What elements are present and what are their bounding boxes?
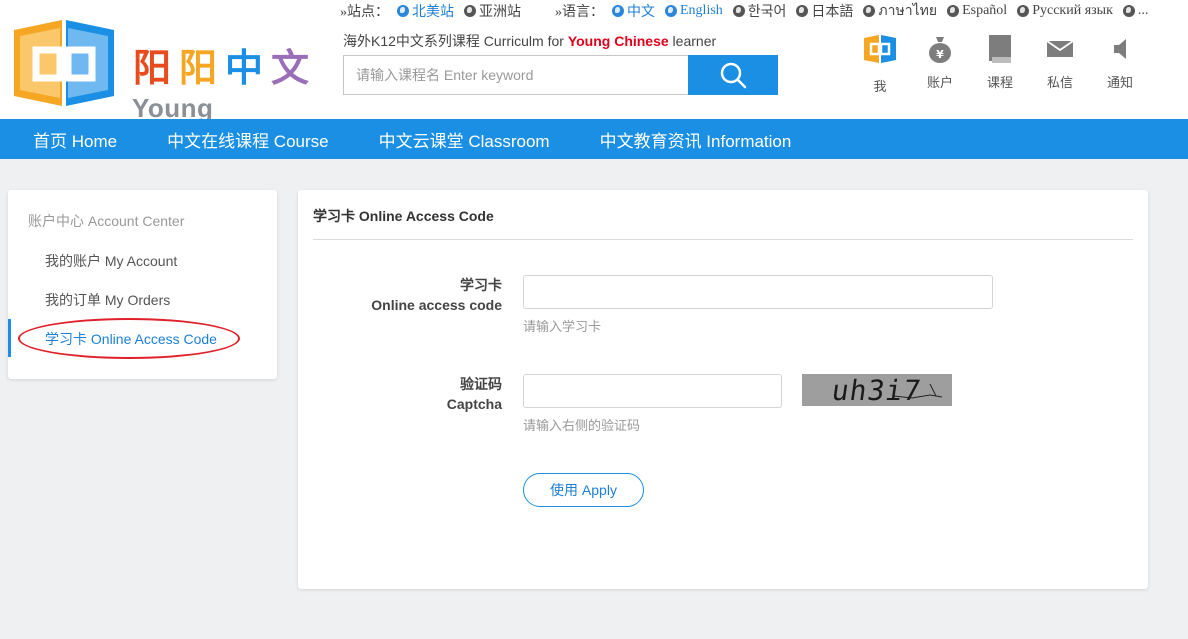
main-nav: 首页 Home 中文在线课程 Course 中文云课堂 Classroom 中文… [0,119,1188,159]
globe-icon [947,5,960,17]
language-option-label: 中文 [627,5,655,20]
language-option-chinese[interactable]: 中文 [612,1,655,21]
active-indicator [8,319,11,357]
language-option-more[interactable]: ... [1122,3,1149,19]
site-language-bar: »站点： 北美站 亚洲站 »语言： 中文 English 한국어 日本語 ภาษ… [340,2,1158,20]
nav-information[interactable]: 中文教育资讯 Information [600,127,792,152]
tagline-highlight: Young Chinese [567,33,669,49]
sidebar-item-access-code[interactable]: 学习卡 Online Access Code [45,329,217,349]
search-button[interactable] [688,55,778,95]
logo-char-3: 中 [224,46,263,90]
logo-char-2: 阳 [178,46,217,90]
user-menu-messages[interactable]: 私信 [1030,32,1090,95]
user-menu-notifications[interactable]: 通知 [1090,32,1150,95]
site-option-asia[interactable]: 亚洲站 [464,1,521,21]
logo-chinese-text: 阳 阳 中 文 [130,45,312,91]
captcha-label: 验证码 Captcha [312,374,502,414]
user-menu-label: 账户 [926,75,953,90]
access-code-hint: 请输入学习卡 [523,319,602,334]
nav-classroom[interactable]: 中文云课堂 Classroom [379,127,550,152]
site-option-label: 北美站 [412,5,454,20]
apply-button[interactable]: 使用 Apply [523,473,644,507]
user-menu-label: 课程 [986,75,1013,90]
language-option-label: 한국어 [747,5,787,20]
language-option-label: Русский язык [1032,3,1113,18]
mail-icon [1047,40,1073,57]
user-menu-me[interactable]: 我 [850,32,910,95]
language-option-spanish[interactable]: Español [947,3,1007,19]
header: 阳 阳 中 文 Young Chinese »站点： 北美站 亚洲站 »语言： … [0,0,1188,154]
globe-icon [397,5,409,17]
user-menu-courses[interactable]: 课程 [970,32,1030,95]
language-option-label: ภาษาไทย [878,4,938,19]
search-icon [720,62,747,89]
language-option-thai[interactable]: ภาษาไทย [863,0,937,22]
logo-book-icon [14,20,114,106]
globe-icon [665,5,677,17]
site-logo[interactable]: 阳 阳 中 文 Young Chinese [14,20,309,154]
speaker-icon [1114,39,1126,59]
divider [313,239,1133,240]
tagline-prefix: 海外K12中文系列课程 Curriculm for [343,33,568,49]
globe-icon [796,5,809,17]
language-option-korean[interactable]: 한국어 [732,1,787,21]
svg-text:¥: ¥ [936,48,944,61]
access-code-input[interactable] [523,275,993,309]
site-selector-label: »站点： [340,5,389,20]
access-code-label-en: Online access code [371,297,502,313]
captcha-label-cn: 验证码 [460,376,502,392]
language-option-label: English [680,3,723,18]
captcha-noise [893,383,943,399]
site-option-label: 亚洲站 [479,5,521,20]
sidebar-item-my-orders[interactable]: 我的订单 My Orders [45,290,170,310]
sidebar-title: 账户中心 Account Center [28,213,185,229]
access-code-label: 学习卡 Online access code [312,275,502,315]
globe-icon [612,5,624,17]
nav-home[interactable]: 首页 Home [33,127,117,152]
user-menu-label: 通知 [1106,75,1133,90]
book-icon [989,35,1011,63]
globe-icon [1122,5,1135,17]
user-menu-label: 我 [873,79,887,94]
access-code-label-cn: 学习卡 [460,277,502,293]
nav-course[interactable]: 中文在线课程 Course [167,127,329,152]
globe-icon [464,5,476,17]
captcha-input[interactable] [523,374,782,408]
logo-char-1: 阳 [132,46,171,90]
logo-char-4: 文 [270,46,309,90]
captcha-image[interactable]: uh3i7 [802,374,952,406]
user-menu: 我 ¥ 账户 课程 私信 通知 [850,32,1150,95]
tagline: 海外K12中文系列课程 Curriculm for Young Chinese … [343,31,716,51]
tagline-suffix: learner [668,33,717,49]
language-option-english[interactable]: English [665,3,723,19]
language-option-label: 日本語 [811,5,854,20]
panel-title: 学习卡 Online Access Code [313,208,494,224]
account-sidebar: 账户中心 Account Center 我的账户 My Account 我的订单… [8,190,277,379]
search-input[interactable] [343,55,689,95]
language-option-label: Español [962,3,1008,18]
money-bag-icon: ¥ [929,37,951,63]
site-option-north-america[interactable]: 北美站 [397,1,454,21]
language-selector-label: »语言： [555,5,604,20]
user-menu-label: 私信 [1046,75,1073,90]
language-option-russian[interactable]: Русский язык [1017,3,1113,19]
globe-icon [732,5,745,17]
captcha-label-en: Captcha [446,396,502,412]
captcha-hint: 请输入右侧的验证码 [523,418,641,433]
logo-icon [864,35,896,63]
globe-icon [863,5,876,17]
sidebar-item-my-account[interactable]: 我的账户 My Account [45,251,177,271]
language-option-japanese[interactable]: 日本語 [796,1,853,21]
access-code-panel: 学习卡 Online Access Code 学习卡 Online access… [298,190,1148,589]
globe-icon [1017,5,1030,17]
language-option-label: ... [1137,3,1149,18]
user-menu-account[interactable]: ¥ 账户 [910,32,970,95]
